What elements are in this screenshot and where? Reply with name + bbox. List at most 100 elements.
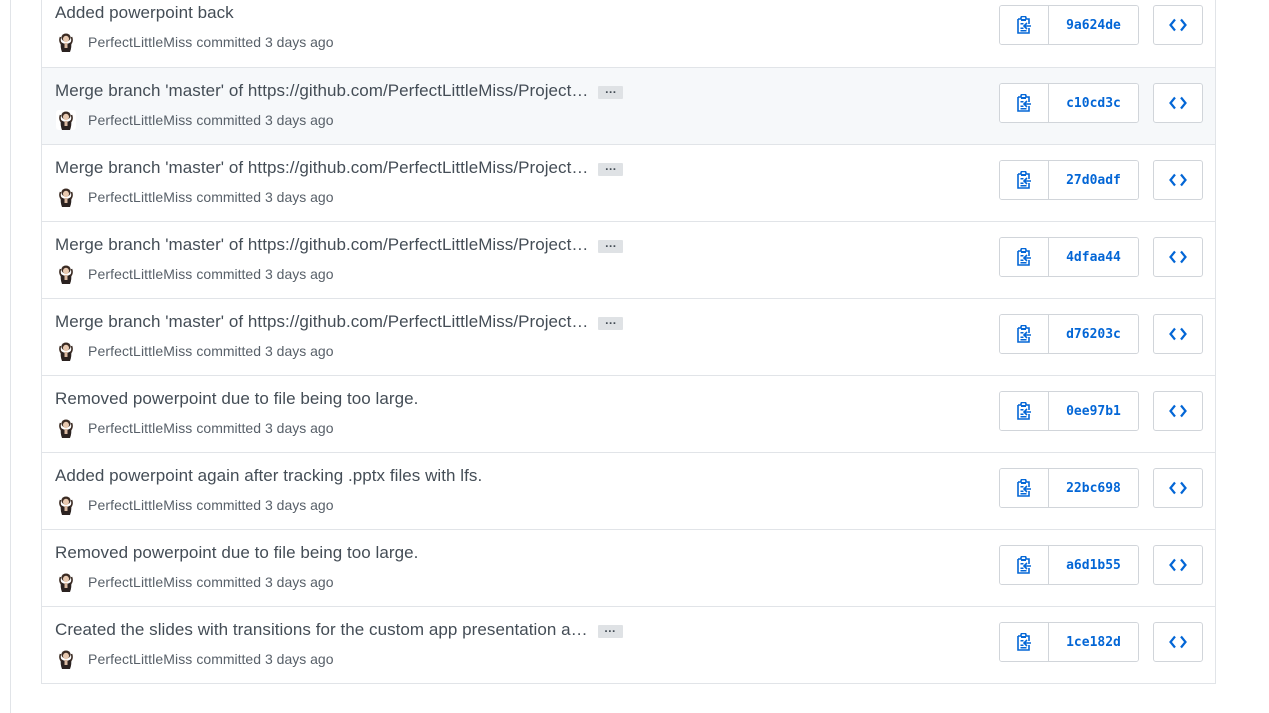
avatar-image <box>56 418 76 438</box>
sha-button-group: 9a624de <box>999 5 1139 45</box>
copy-sha-button[interactable] <box>1000 315 1049 353</box>
commit-author-link[interactable]: PerfectLittleMiss <box>88 34 192 50</box>
commit-author-link[interactable]: PerfectLittleMiss <box>88 420 192 436</box>
expand-message-button[interactable]: … <box>597 622 623 638</box>
clippy-icon <box>1017 16 1031 34</box>
avatar-icon[interactable] <box>56 649 76 669</box>
commit-author-link[interactable]: PerfectLittleMiss <box>88 497 192 513</box>
commit-title-link[interactable]: Merge branch 'master' of https://github.… <box>55 158 588 178</box>
commit-sha-link[interactable]: 22bc698 <box>1049 469 1138 507</box>
commit-list: Added powerpoint back PerfectLittleMiss … <box>41 0 1216 684</box>
commit-action-text: committed <box>196 651 261 667</box>
commit-title-link[interactable]: Created the slides with transitions for … <box>55 620 588 640</box>
avatar-image <box>56 495 76 515</box>
copy-sha-button[interactable] <box>1000 623 1049 661</box>
commit-history-page: Added powerpoint back PerfectLittleMiss … <box>0 0 1269 713</box>
commit-author-link[interactable]: PerfectLittleMiss <box>88 189 192 205</box>
commit-title-link[interactable]: Added powerpoint back <box>55 3 234 23</box>
browse-repo-button[interactable] <box>1153 622 1203 662</box>
avatar-icon[interactable] <box>56 572 76 592</box>
commit-meta: PerfectLittleMiss committed 3 days ago <box>56 341 333 361</box>
commit-meta: PerfectLittleMiss committed 3 days ago <box>56 32 333 52</box>
commit-action-text: committed <box>196 112 261 128</box>
commit-title-wrap: Created the slides with transitions for … <box>55 620 623 640</box>
commit-title-link[interactable]: Merge branch 'master' of https://github.… <box>55 312 588 332</box>
divider <box>10 0 11 713</box>
commit-time: 3 days ago <box>264 189 334 205</box>
expand-message-button[interactable]: … <box>598 314 624 330</box>
commit-title-wrap: Added powerpoint again after tracking .p… <box>55 466 482 486</box>
commit-row: Merge branch 'master' of https://github.… <box>42 221 1215 298</box>
commit-sha-link[interactable]: c10cd3c <box>1049 84 1138 122</box>
avatar-icon[interactable] <box>56 32 76 52</box>
commit-action-text: committed <box>196 420 261 436</box>
commit-row: Added powerpoint again after tracking .p… <box>42 452 1215 529</box>
commit-sha-link[interactable]: d76203c <box>1049 315 1138 353</box>
commit-author-link[interactable]: PerfectLittleMiss <box>88 266 192 282</box>
avatar-icon[interactable] <box>56 418 76 438</box>
avatar-icon[interactable] <box>56 110 76 130</box>
avatar-icon[interactable] <box>56 495 76 515</box>
copy-sha-button[interactable] <box>1000 6 1049 44</box>
commit-sha-link[interactable]: 0ee97b1 <box>1049 392 1138 430</box>
sha-button-group: 27d0adf <box>999 160 1139 200</box>
commit-time: 3 days ago <box>264 651 334 667</box>
browse-repo-button[interactable] <box>1153 5 1203 45</box>
code-icon <box>1169 404 1187 418</box>
copy-sha-button[interactable] <box>1000 469 1049 507</box>
avatar-icon[interactable] <box>56 264 76 284</box>
commit-action-text: committed <box>196 189 261 205</box>
commit-sha-link[interactable]: 9a624de <box>1049 6 1138 44</box>
avatar-image <box>56 649 76 669</box>
commit-row: Merge branch 'master' of https://github.… <box>42 67 1215 144</box>
commit-author-link[interactable]: PerfectLittleMiss <box>88 112 192 128</box>
browse-repo-button[interactable] <box>1153 468 1203 508</box>
sha-button-group: 1ce182d <box>999 622 1139 662</box>
clippy-icon <box>1017 171 1031 189</box>
expand-message-button[interactable]: … <box>598 160 624 176</box>
copy-sha-button[interactable] <box>1000 84 1049 122</box>
commit-time: 3 days ago <box>264 34 334 50</box>
copy-sha-button[interactable] <box>1000 392 1049 430</box>
expand-message-button[interactable]: … <box>598 237 624 253</box>
commit-sha-link[interactable]: 4dfaa44 <box>1049 238 1138 276</box>
code-icon <box>1169 635 1187 649</box>
browse-repo-button[interactable] <box>1153 545 1203 585</box>
expand-message-button[interactable]: … <box>598 83 624 99</box>
commit-title-link[interactable]: Merge branch 'master' of https://github.… <box>55 235 588 255</box>
avatar-image <box>56 572 76 592</box>
commit-title-link[interactable]: Merge branch 'master' of https://github.… <box>55 81 588 101</box>
browse-repo-button[interactable] <box>1153 83 1203 123</box>
commit-action-text: committed <box>196 34 261 50</box>
commit-meta: PerfectLittleMiss committed 3 days ago <box>56 110 333 130</box>
commit-sha-link[interactable]: 27d0adf <box>1049 161 1138 199</box>
commit-title-wrap: Merge branch 'master' of https://github.… <box>55 312 624 332</box>
avatar-icon[interactable] <box>56 187 76 207</box>
commit-sha-link[interactable]: 1ce182d <box>1049 623 1138 661</box>
commit-time: 3 days ago <box>264 343 334 359</box>
commit-title-link[interactable]: Removed powerpoint due to file being too… <box>55 389 418 409</box>
copy-sha-button[interactable] <box>1000 238 1049 276</box>
commit-sha-link[interactable]: a6d1b55 <box>1049 546 1138 584</box>
commit-author-link[interactable]: PerfectLittleMiss <box>88 651 192 667</box>
commit-title-link[interactable]: Removed powerpoint due to file being too… <box>55 543 418 563</box>
sha-button-group: d76203c <box>999 314 1139 354</box>
browse-repo-button[interactable] <box>1153 391 1203 431</box>
commit-meta: PerfectLittleMiss committed 3 days ago <box>56 187 333 207</box>
sha-button-group: 4dfaa44 <box>999 237 1139 277</box>
code-icon <box>1169 96 1187 110</box>
avatar-icon[interactable] <box>56 341 76 361</box>
browse-repo-button[interactable] <box>1153 237 1203 277</box>
commit-author-link[interactable]: PerfectLittleMiss <box>88 574 192 590</box>
code-icon <box>1169 327 1187 341</box>
commit-title-link[interactable]: Added powerpoint again after tracking .p… <box>55 466 482 486</box>
commit-author-link[interactable]: PerfectLittleMiss <box>88 343 192 359</box>
commit-meta: PerfectLittleMiss committed 3 days ago <box>56 264 333 284</box>
avatar-image <box>56 187 76 207</box>
copy-sha-button[interactable] <box>1000 546 1049 584</box>
commit-row: Merge branch 'master' of https://github.… <box>42 144 1215 221</box>
copy-sha-button[interactable] <box>1000 161 1049 199</box>
browse-repo-button[interactable] <box>1153 314 1203 354</box>
browse-repo-button[interactable] <box>1153 160 1203 200</box>
commit-meta: PerfectLittleMiss committed 3 days ago <box>56 649 333 669</box>
